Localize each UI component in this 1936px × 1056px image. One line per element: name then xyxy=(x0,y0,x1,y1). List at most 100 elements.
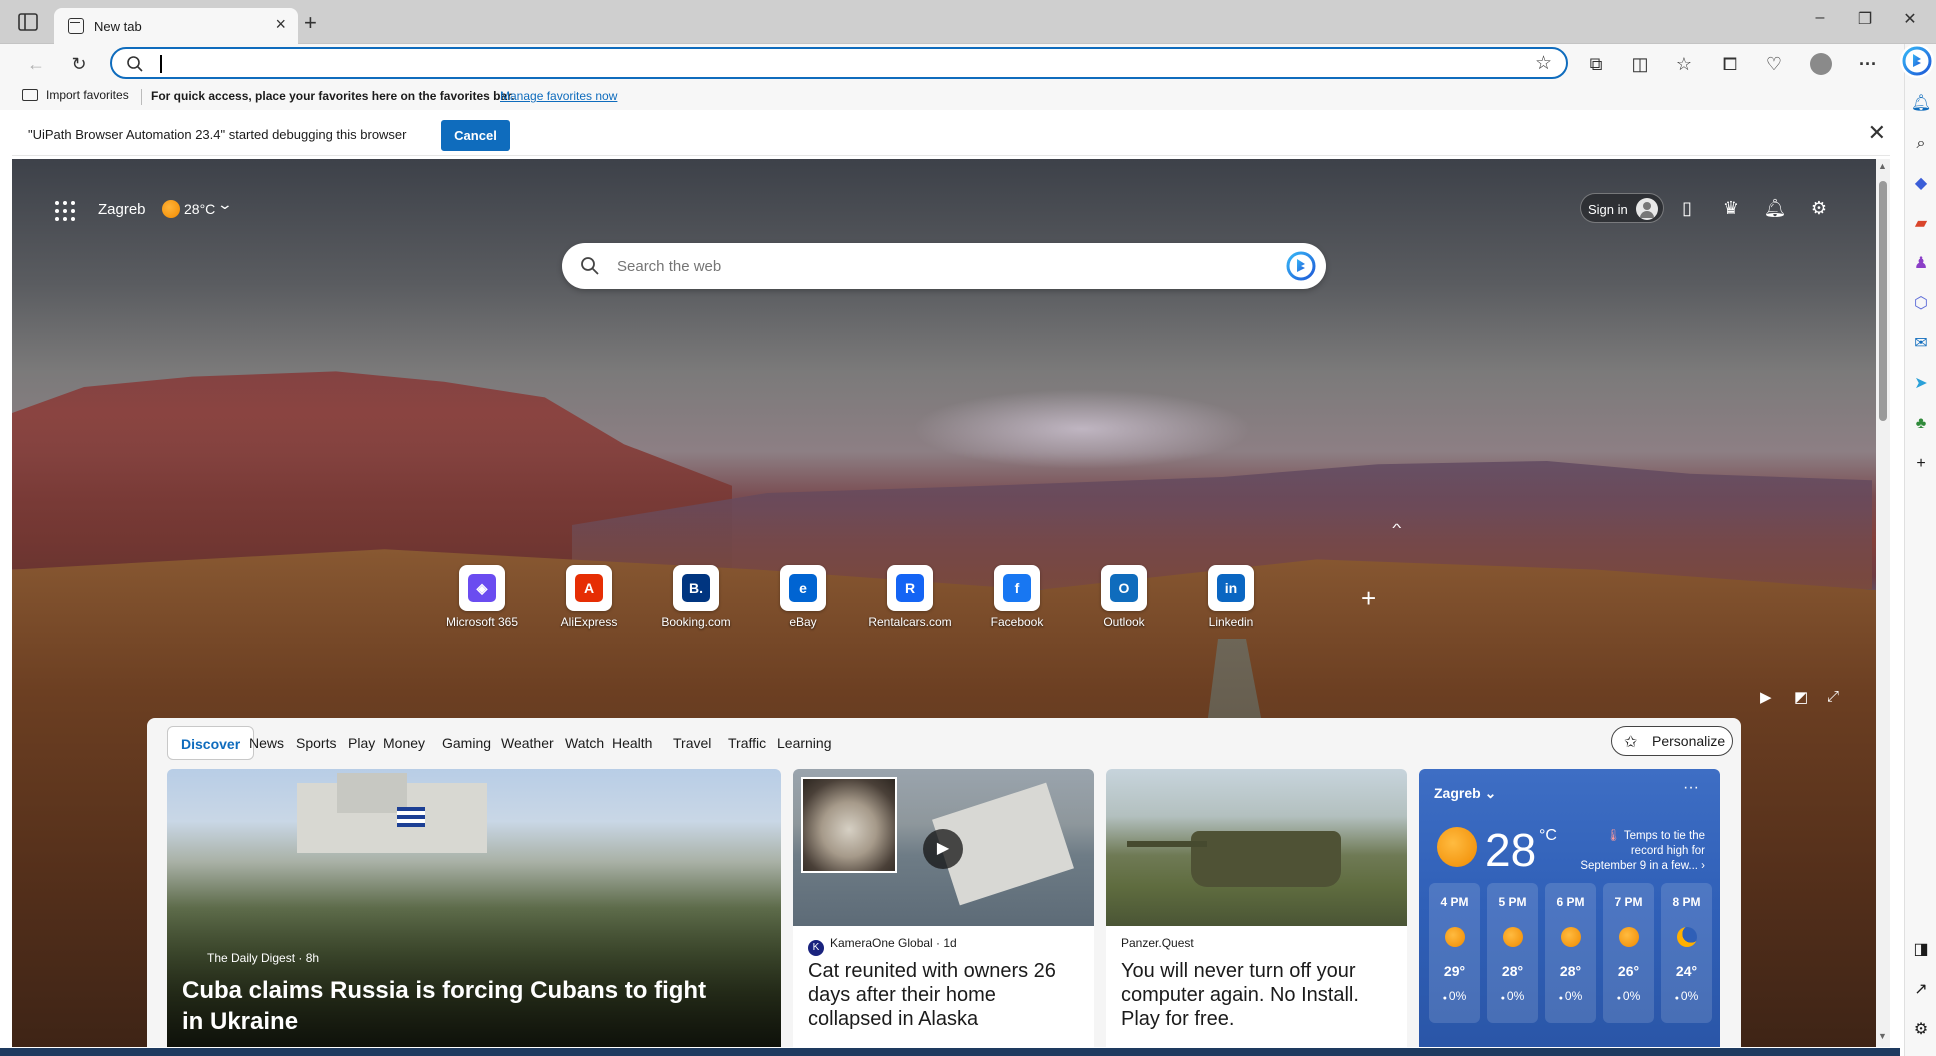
shopping-tag-icon[interactable]: ◆ xyxy=(1909,172,1933,196)
quick-link-outlook[interactable]: O Outlook xyxy=(1064,565,1184,629)
search-icon[interactable]: ⌕ xyxy=(1909,132,1933,156)
quick-link-tile: ◈ xyxy=(459,565,505,611)
refresh-icon[interactable]: ↻ xyxy=(67,52,91,76)
profile-avatar[interactable] xyxy=(1810,53,1832,75)
web-search-input[interactable] xyxy=(617,255,1217,277)
quick-link-rentalcars-com[interactable]: R Rentalcars.com xyxy=(850,565,970,629)
web-search-box[interactable] xyxy=(562,243,1326,289)
quick-link-aliexpress[interactable]: A AliExpress xyxy=(529,565,649,629)
quick-link-booking-com[interactable]: B. Booking.com xyxy=(636,565,756,629)
favorites-icon[interactable]: ☆ xyxy=(1672,52,1696,76)
favorite-star-icon[interactable]: ☆ xyxy=(1535,52,1552,75)
tab-new-tab[interactable]: New tab × xyxy=(54,8,298,44)
hourly-forecast-item[interactable]: 8 PM 24° ● 0% xyxy=(1661,883,1712,1023)
quick-link-facebook[interactable]: f Facebook xyxy=(957,565,1077,629)
bell-icon[interactable]: 🔔︎ xyxy=(1763,196,1787,220)
extensions-icon[interactable]: ⧉ xyxy=(1584,52,1608,76)
play-video-icon[interactable]: ▶ xyxy=(923,829,963,869)
feed-tab-watch[interactable]: Watch xyxy=(565,726,604,760)
image-info-icon[interactable]: ◩ xyxy=(1794,688,1808,706)
edge-sidebar: 🔔︎ ⌕ ◆ ▰ ♟ ⬡ ✉ ➤ ♣ + ◨ ↗ ⚙ xyxy=(1904,44,1936,1056)
gear-icon[interactable]: ⚙ xyxy=(1807,196,1831,220)
ad-card-panzer[interactable]: Panzer.Quest You will never turn off you… xyxy=(1106,769,1407,1047)
send-icon[interactable]: ➤ xyxy=(1909,372,1933,396)
feed-tab-weather[interactable]: Weather xyxy=(501,726,554,760)
quick-link-label: Linkedin xyxy=(1208,615,1254,629)
browser-essentials-icon[interactable]: ♡ xyxy=(1762,52,1786,76)
cancel-debugging-button[interactable]: Cancel xyxy=(441,120,510,151)
feed-tab-travel[interactable]: Travel xyxy=(673,726,711,760)
copilot-icon[interactable] xyxy=(1900,44,1934,78)
news-card-cat[interactable]: ▶ K KameraOne Global · 1d Cat reunited wi… xyxy=(793,769,1094,1047)
weather-temperature[interactable]: 28°C xyxy=(184,201,215,217)
outlook-icon[interactable]: ✉ xyxy=(1909,332,1933,356)
news-card-cuba[interactable]: The Daily Digest · 8h Cuba claims Russia… xyxy=(167,769,781,1047)
scroll-up-icon[interactable]: ▲ xyxy=(1878,161,1887,171)
feed-tab-health[interactable]: Health xyxy=(612,726,652,760)
chevron-up-icon[interactable]: ^ xyxy=(1392,521,1401,535)
tab-actions-icon[interactable] xyxy=(18,13,38,31)
close-tab-icon[interactable]: × xyxy=(275,14,286,35)
expand-icon[interactable]: ⤢ xyxy=(1827,688,1839,705)
phone-icon[interactable]: ▯ xyxy=(1675,196,1699,220)
bing-chat-icon[interactable] xyxy=(1284,249,1318,283)
hourly-forecast-item[interactable]: 5 PM 28° ● 0% xyxy=(1487,883,1538,1023)
add-icon[interactable]: + xyxy=(1909,452,1933,476)
sidebar-layout-icon[interactable]: ◨ xyxy=(1909,938,1933,962)
hourly-forecast-item[interactable]: 7 PM 26° ● 0% xyxy=(1603,883,1654,1023)
address-input[interactable] xyxy=(162,53,1492,75)
weather-location[interactable]: Zagreb xyxy=(98,201,146,218)
feed-tab-news[interactable]: News xyxy=(249,726,284,760)
hourly-forecast-item[interactable]: 4 PM 29° ● 0% xyxy=(1429,883,1480,1023)
more-options-icon[interactable]: ··· xyxy=(1856,52,1880,76)
feed-tab-learning[interactable]: Learning xyxy=(777,726,832,760)
scrollbar-thumb[interactable] xyxy=(1879,181,1887,421)
card-headline[interactable]: You will never turn off your computer ag… xyxy=(1121,959,1396,1031)
tree-icon[interactable]: ♣ xyxy=(1909,412,1933,436)
more-options-icon[interactable]: ··· xyxy=(1683,779,1699,797)
manage-favorites-link[interactable]: Manage favorites now xyxy=(500,89,617,103)
sign-in-button[interactable]: Sign in xyxy=(1580,193,1664,223)
debugging-infobar: "UiPath Browser Automation 23.4" started… xyxy=(12,114,1890,156)
chevron-down-icon[interactable]: ⌄ xyxy=(217,196,233,213)
quick-link-microsoft-365[interactable]: ◈ Microsoft 365 xyxy=(422,565,542,629)
close-window-icon[interactable]: ✕ xyxy=(1890,9,1930,29)
feed-tab-discover[interactable]: Discover xyxy=(167,726,255,760)
bell-icon[interactable]: 🔔︎ xyxy=(1909,92,1933,116)
new-tab-button[interactable]: + xyxy=(304,10,317,36)
gear-icon[interactable]: ⚙ xyxy=(1909,1018,1933,1042)
weather-city[interactable]: Zagreb ⌄ xyxy=(1434,785,1496,802)
tools-icon[interactable]: ▰ xyxy=(1909,212,1933,236)
external-link-icon[interactable]: ↗ xyxy=(1909,978,1933,1002)
personalize-button[interactable]: ✩ Personalize xyxy=(1611,726,1733,756)
restore-icon[interactable]: ❐ xyxy=(1845,9,1885,29)
quick-link-linkedin[interactable]: in Linkedin xyxy=(1171,565,1291,629)
import-favorites-button[interactable]: Import favorites xyxy=(22,88,129,102)
microsoft-365-icon[interactable]: ⬡ xyxy=(1909,292,1933,316)
games-icon[interactable]: ♟ xyxy=(1909,252,1933,276)
rewards-icon[interactable]: ♛ xyxy=(1719,196,1743,220)
hourly-forecast-item[interactable]: 6 PM 28° ● 0% xyxy=(1545,883,1596,1023)
minimize-icon[interactable]: – xyxy=(1800,9,1840,27)
feed-tab-play[interactable]: Play xyxy=(348,726,375,760)
split-screen-icon[interactable]: ◫ xyxy=(1628,52,1652,76)
feed-tab-money[interactable]: Money xyxy=(383,726,425,760)
quick-link-ebay[interactable]: e eBay xyxy=(743,565,863,629)
back-icon[interactable]: ← xyxy=(24,52,48,76)
feed-tab-gaming[interactable]: Gaming xyxy=(442,726,491,760)
weather-card[interactable]: Zagreb ⌄ ··· 28 °C 🌡︎ Temps to tie the r… xyxy=(1419,769,1720,1047)
feed-tab-traffic[interactable]: Traffic xyxy=(728,726,766,760)
booking-icon: B. xyxy=(682,574,710,602)
feed-tab-sports[interactable]: Sports xyxy=(296,726,336,760)
page-scrollbar[interactable]: ▲ ▼ xyxy=(1876,159,1890,1047)
app-launcher-icon[interactable] xyxy=(55,201,75,221)
collections-icon[interactable]: ⧠ xyxy=(1718,52,1742,76)
add-shortcut-icon[interactable]: + xyxy=(1361,583,1376,614)
close-infobar-icon[interactable]: ✕ xyxy=(1868,120,1886,146)
weather-alert[interactable]: 🌡︎ Temps to tie the record high for Sept… xyxy=(1575,829,1705,874)
play-icon[interactable]: ▶ xyxy=(1760,688,1772,706)
card-headline[interactable]: Cuba claims Russia is forcing Cubans to … xyxy=(182,975,722,1037)
scroll-down-icon[interactable]: ▼ xyxy=(1878,1031,1887,1041)
address-bar[interactable]: ☆ xyxy=(110,47,1568,79)
card-headline[interactable]: Cat reunited with owners 26 days after t… xyxy=(808,959,1083,1031)
